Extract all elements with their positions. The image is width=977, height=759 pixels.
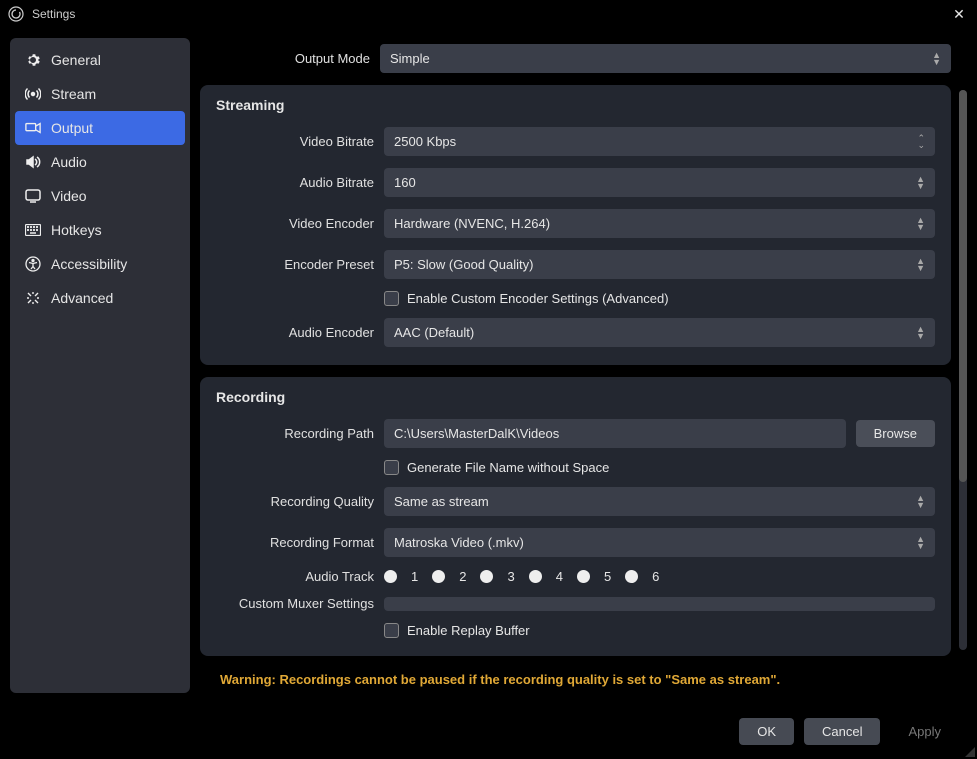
enable-replay-buffer-label: Enable Replay Buffer [407, 623, 530, 638]
sidebar-item-label: Output [51, 120, 93, 136]
updown-icon: ▲▼ [916, 176, 925, 190]
titlebar: Settings ✕ [0, 0, 977, 28]
video-bitrate-label: Video Bitrate [216, 134, 374, 149]
recording-path-label: Recording Path [216, 426, 374, 441]
sidebar-item-label: Advanced [51, 290, 113, 306]
recording-format-select[interactable]: Matroska Video (.mkv) ▲▼ [384, 528, 935, 557]
audio-bitrate-select[interactable]: 160 ▲▼ [384, 168, 935, 197]
custom-muxer-input[interactable] [384, 597, 935, 611]
footer: OK Cancel Apply [0, 703, 977, 759]
generate-filename-nospace-label: Generate File Name without Space [407, 460, 609, 475]
accessibility-icon [25, 256, 41, 272]
streaming-title: Streaming [216, 97, 935, 113]
video-bitrate-input[interactable]: 2500 Kbps ⌃⌄ [384, 127, 935, 156]
audio-track-label: Audio Track [216, 569, 374, 584]
encoder-preset-select[interactable]: P5: Slow (Good Quality) ▲▼ [384, 250, 935, 279]
browse-button[interactable]: Browse [856, 420, 935, 447]
audio-encoder-select[interactable]: AAC (Default) ▲▼ [384, 318, 935, 347]
audio-track-radio-2[interactable] [432, 570, 445, 583]
cancel-button[interactable]: Cancel [804, 718, 880, 745]
video-encoder-select[interactable]: Hardware (NVENC, H.264) ▲▼ [384, 209, 935, 238]
ok-button[interactable]: OK [739, 718, 794, 745]
sidebar-item-label: Hotkeys [51, 222, 102, 238]
updown-icon: ▲▼ [932, 52, 941, 66]
sidebar-item-stream[interactable]: Stream [15, 77, 185, 111]
audio-track-radio-5[interactable] [577, 570, 590, 583]
obs-logo-icon [8, 6, 24, 22]
keyboard-icon [25, 222, 41, 238]
audio-track-radio-4[interactable] [529, 570, 542, 583]
spinner-icon: ⌃⌄ [917, 135, 925, 149]
generate-filename-nospace-checkbox[interactable] [384, 460, 399, 475]
sidebar-item-video[interactable]: Video [15, 179, 185, 213]
audio-encoder-label: Audio Encoder [216, 325, 374, 340]
updown-icon: ▲▼ [916, 258, 925, 272]
sidebar-item-label: Stream [51, 86, 96, 102]
broadcast-icon [25, 86, 41, 102]
recording-format-label: Recording Format [216, 535, 374, 550]
tools-icon [25, 290, 41, 306]
audio-track-radio-6[interactable] [625, 570, 638, 583]
window-title: Settings [32, 7, 75, 21]
apply-button[interactable]: Apply [890, 718, 959, 745]
output-mode-select[interactable]: Simple ▲▼ [380, 44, 951, 73]
output-icon [25, 120, 41, 136]
speaker-icon [25, 154, 41, 170]
recording-section: Recording Recording Path C:\Users\Master… [200, 377, 951, 656]
sidebar-item-label: General [51, 52, 101, 68]
main-panel: Output Mode Simple ▲▼ Streaming Video Bi… [200, 38, 967, 693]
updown-icon: ▲▼ [916, 217, 925, 231]
updown-icon: ▲▼ [916, 495, 925, 509]
sidebar-item-audio[interactable]: Audio [15, 145, 185, 179]
enable-replay-buffer-checkbox[interactable] [384, 623, 399, 638]
sidebar-item-hotkeys[interactable]: Hotkeys [15, 213, 185, 247]
recording-quality-label: Recording Quality [216, 494, 374, 509]
recording-quality-select[interactable]: Same as stream ▲▼ [384, 487, 935, 516]
warning-text: Warning: Recordings cannot be paused if … [200, 672, 951, 687]
audio-track-radios: 1 2 3 4 5 6 [384, 569, 659, 584]
sidebar-item-label: Video [51, 188, 87, 204]
custom-muxer-label: Custom Muxer Settings [216, 596, 374, 611]
recording-path-input[interactable]: C:\Users\MasterDalK\Videos [384, 419, 846, 448]
gear-icon [25, 52, 41, 68]
enable-custom-encoder-checkbox[interactable] [384, 291, 399, 306]
close-button[interactable]: ✕ [949, 6, 969, 23]
enable-custom-encoder-label: Enable Custom Encoder Settings (Advanced… [407, 291, 669, 306]
audio-track-radio-1[interactable] [384, 570, 397, 583]
sidebar-item-accessibility[interactable]: Accessibility [15, 247, 185, 281]
updown-icon: ▲▼ [916, 536, 925, 550]
audio-track-radio-3[interactable] [480, 570, 493, 583]
output-mode-label: Output Mode [200, 51, 370, 66]
sidebar-item-label: Accessibility [51, 256, 127, 272]
video-encoder-label: Video Encoder [216, 216, 374, 231]
scrollbar[interactable] [959, 90, 967, 650]
updown-icon: ▲▼ [916, 326, 925, 340]
streaming-section: Streaming Video Bitrate 2500 Kbps ⌃⌄ Aud… [200, 85, 951, 365]
monitor-icon [25, 188, 41, 204]
audio-bitrate-label: Audio Bitrate [216, 175, 374, 190]
sidebar: General Stream Output Audio Video Hotkey… [10, 38, 190, 693]
recording-title: Recording [216, 389, 935, 405]
sidebar-item-general[interactable]: General [15, 43, 185, 77]
sidebar-item-advanced[interactable]: Advanced [15, 281, 185, 315]
encoder-preset-label: Encoder Preset [216, 257, 374, 272]
resize-grip[interactable] [963, 745, 975, 757]
sidebar-item-label: Audio [51, 154, 87, 170]
sidebar-item-output[interactable]: Output [15, 111, 185, 145]
